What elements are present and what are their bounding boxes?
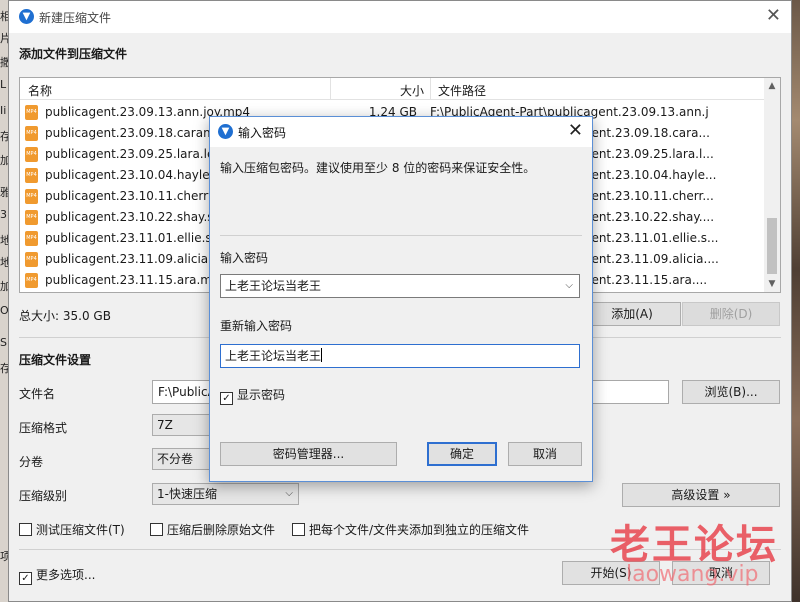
dropdown-arrow-icon: ⌵ xyxy=(565,280,573,291)
volume-label: 分卷 xyxy=(19,455,44,469)
file-name: publicagent.23.09.18.carame xyxy=(45,126,223,140)
close-icon[interactable]: ✕ xyxy=(766,5,781,26)
delete-original-label: 压缩后删除原始文件 xyxy=(167,523,276,537)
file-path: ...ent.23.11.01.ellie.s... xyxy=(580,231,719,245)
file-list-header: 名称 大小 文件路径 xyxy=(20,78,765,100)
level-label: 压缩级别 xyxy=(19,489,68,503)
file-path: ...ent.23.09.25.lara.l... xyxy=(580,147,714,161)
separate-archives-checkbox[interactable]: 把每个文件/文件夹添加到独立的压缩文件 xyxy=(292,521,529,538)
bg-char: L xyxy=(0,78,7,91)
password-combo[interactable]: 上老王论坛当老王 ⌵ xyxy=(220,274,580,298)
file-path: ...ent.23.09.18.cara... xyxy=(580,126,710,140)
mp4-file-icon: MP4 xyxy=(25,231,38,246)
title-bar: ▼ 新建压缩文件 ✕ xyxy=(9,1,791,33)
dialog-hint: 输入压缩包密码。建议使用至少 8 位的密码来保证安全性。 xyxy=(220,161,536,175)
password-value: 上老王论坛当老王 xyxy=(225,279,322,293)
reenter-value: 上老王论坛当老王 xyxy=(225,349,322,363)
test-archive-label: 测试压缩文件(T) xyxy=(36,523,125,537)
test-archive-checkbox[interactable]: 测试压缩文件(T) xyxy=(19,521,125,538)
app-icon: ▼ xyxy=(218,124,233,139)
format-select[interactable]: 7Z xyxy=(152,414,212,436)
mp4-file-icon: MP4 xyxy=(25,126,38,141)
mp4-file-icon: MP4 xyxy=(25,210,38,225)
password-dialog: ▼ 输入密码 ✕ 输入压缩包密码。建议使用至少 8 位的密码来保证安全性。 输入… xyxy=(209,116,593,482)
password-manager-button[interactable]: 密码管理器... xyxy=(220,442,397,466)
file-path: ...ent.23.11.09.alicia.... xyxy=(580,252,719,266)
dropdown-arrow-icon: ⌵ xyxy=(285,488,293,499)
separate-archives-label: 把每个文件/文件夹添加到独立的压缩文件 xyxy=(309,523,530,537)
password-label: 输入密码 xyxy=(220,251,269,265)
reenter-label: 重新输入密码 xyxy=(220,319,293,333)
delete-button[interactable]: 删除(D) xyxy=(682,302,780,326)
text-caret xyxy=(321,348,323,362)
dialog-title-bar: ▼ 输入密码 ✕ xyxy=(210,117,592,147)
show-password-label: 显示密码 xyxy=(237,388,286,402)
mp4-file-icon: MP4 xyxy=(25,189,38,204)
bg-char: 3 xyxy=(0,208,7,221)
file-name: publicagent.23.09.25.lara.lee. xyxy=(45,147,226,161)
level-value: 1-快速压缩 xyxy=(157,487,217,501)
file-name: publicagent.23.11.09.alicia.tre xyxy=(45,252,229,266)
file-name: publicagent.23.10.11.cherry.c xyxy=(45,189,224,203)
file-path: ...ent.23.10.11.cherr... xyxy=(580,189,714,203)
mp4-file-icon: MP4 xyxy=(25,273,38,288)
divider xyxy=(220,235,582,236)
reenter-password-field[interactable]: 上老王论坛当老王 xyxy=(220,344,580,368)
scroll-down-icon[interactable]: ▼ xyxy=(764,276,780,292)
close-icon[interactable]: ✕ xyxy=(568,120,583,141)
bg-char: Ii xyxy=(0,104,7,117)
volume-value: 不分卷 xyxy=(157,452,194,466)
advanced-settings-button[interactable]: 高级设置 » xyxy=(622,483,780,507)
dialog-cancel-button[interactable]: 取消 xyxy=(508,442,582,466)
scrollbar-thumb[interactable] xyxy=(767,218,777,274)
archive-settings-title: 压缩文件设置 xyxy=(19,353,92,367)
file-name: publicagent.23.11.15.ara.mix. xyxy=(45,273,227,287)
column-path[interactable]: 文件路径 xyxy=(438,82,486,99)
file-path: ...ent.23.10.04.hayle... xyxy=(580,168,717,182)
column-size[interactable]: 大小 xyxy=(400,82,424,99)
filename-label: 文件名 xyxy=(19,387,56,401)
window-title: 新建压缩文件 xyxy=(39,11,112,25)
file-list-scrollbar[interactable]: ▲ ▼ xyxy=(764,78,780,292)
delete-original-checkbox[interactable]: 压缩后删除原始文件 xyxy=(150,521,275,538)
file-name: publicagent.23.10.04.hayley.v xyxy=(45,168,226,182)
watermark-url: laowang.vip xyxy=(626,562,759,587)
file-name: publicagent.23.11.01.ellie.sho xyxy=(45,231,227,245)
file-path: ...ent.23.11.15.ara.... xyxy=(580,273,708,287)
dialog-title: 输入密码 xyxy=(238,126,287,140)
mp4-file-icon: MP4 xyxy=(25,147,38,162)
volume-select[interactable]: 不分卷 xyxy=(152,448,212,470)
level-select[interactable]: 1-快速压缩 ⌵ xyxy=(152,483,299,505)
checkbox-checked-icon: ✓ xyxy=(19,572,32,585)
mp4-file-icon: MP4 xyxy=(25,252,38,267)
mp4-file-icon: MP4 xyxy=(25,168,38,183)
format-label: 压缩格式 xyxy=(19,421,68,435)
more-options-checkbox[interactable]: ✓ 更多选项... xyxy=(19,566,95,585)
more-options-label: 更多选项... xyxy=(36,568,96,582)
app-icon: ▼ xyxy=(19,9,34,24)
total-size: 总大小: 35.0 GB xyxy=(19,309,111,323)
show-password-checkbox[interactable]: ✓ 显示密码 xyxy=(220,386,285,405)
add-button[interactable]: 添加(A) xyxy=(583,302,681,326)
file-path: ...ent.23.10.22.shay.... xyxy=(580,210,715,224)
file-name: publicagent.23.10.22.shay.sig xyxy=(45,210,225,224)
add-files-title: 添加文件到压缩文件 xyxy=(19,47,128,61)
format-value: 7Z xyxy=(157,418,173,432)
scroll-up-icon[interactable]: ▲ xyxy=(764,78,780,94)
mp4-file-icon: MP4 xyxy=(25,105,38,120)
checkbox-checked-icon: ✓ xyxy=(220,392,233,405)
ok-button[interactable]: 确定 xyxy=(427,442,497,466)
browse-button[interactable]: 浏览(B)... xyxy=(682,380,780,404)
column-name[interactable]: 名称 xyxy=(28,82,52,99)
